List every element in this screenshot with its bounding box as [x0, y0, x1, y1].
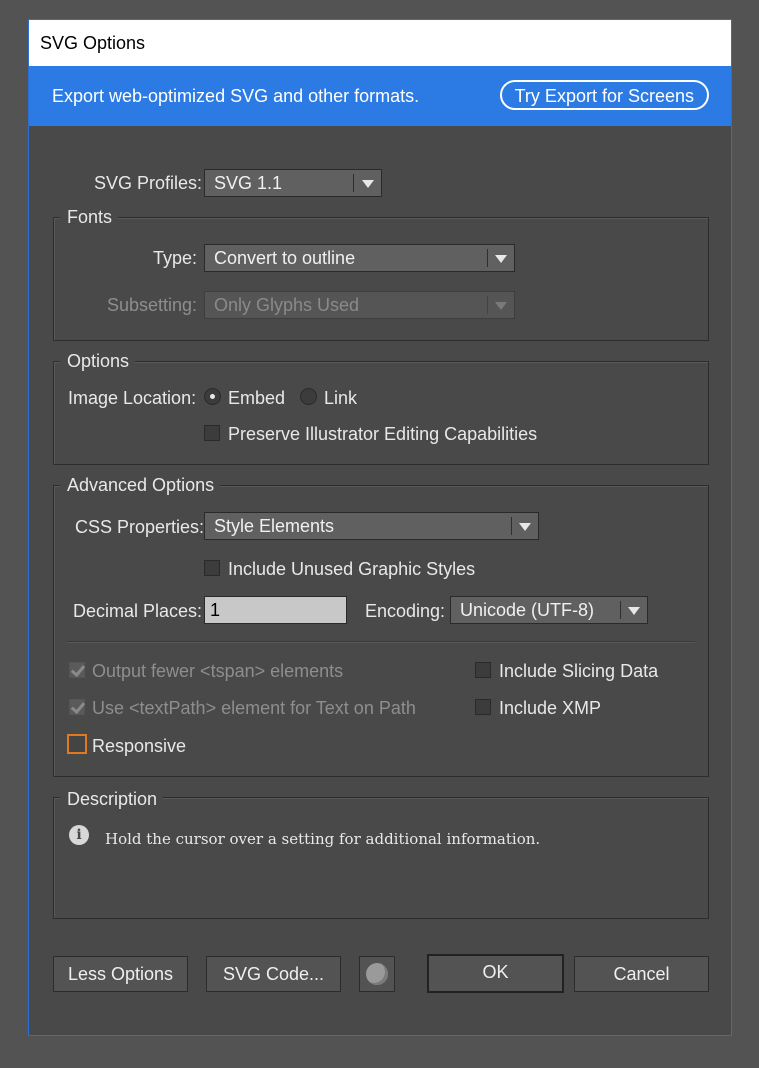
preserve-editing-label[interactable]: Preserve Illustrator Editing Capabilitie… [228, 424, 537, 445]
globe-icon [366, 963, 388, 985]
description-title: Description [60, 788, 164, 810]
use-textpath-checkbox[interactable] [69, 699, 85, 715]
subsetting-dropdown[interactable]: Only Glyphs Used [204, 291, 515, 319]
font-type-dropdown[interactable]: Convert to outline [204, 244, 515, 272]
include-xmp-label[interactable]: Include XMP [499, 698, 601, 719]
responsive-checkbox[interactable] [67, 734, 87, 754]
include-slicing-data-label[interactable]: Include Slicing Data [499, 661, 658, 682]
css-properties-label: CSS Properties: [75, 517, 205, 537]
window-title: SVG Options [29, 20, 731, 66]
css-properties-value: Style Elements [214, 516, 335, 536]
subsetting-label: Subsetting: [107, 295, 198, 315]
ok-button[interactable]: OK [427, 954, 564, 993]
preserve-editing-checkbox[interactable] [204, 425, 220, 441]
output-fewer-tspan-checkbox[interactable] [69, 662, 85, 678]
encoding-value: Unicode (UTF-8) [460, 600, 595, 620]
description-text: Hold the cursor over a setting for addit… [105, 830, 541, 848]
info-icon: i [69, 825, 89, 845]
font-type-label: Type: [153, 248, 198, 268]
css-properties-dropdown[interactable]: Style Elements [204, 512, 539, 540]
chevron-down-icon [495, 302, 507, 310]
svg-options-dialog: SVG Options Export web-optimized SVG and… [28, 19, 732, 1036]
chevron-down-icon [519, 523, 531, 531]
options-group [53, 361, 709, 465]
responsive-label[interactable]: Responsive [92, 736, 186, 757]
advanced-options-title: Advanced Options [60, 474, 221, 496]
description-group [53, 797, 709, 919]
output-fewer-tspan-label: Output fewer <tspan> elements [92, 661, 344, 681]
use-textpath-label: Use <textPath> element for Text on Path [92, 698, 416, 718]
fonts-group-title: Fonts [60, 206, 119, 228]
image-location-label: Image Location: [68, 388, 197, 408]
divider [67, 641, 695, 643]
encoding-label: Encoding: [365, 601, 446, 621]
include-unused-styles-checkbox[interactable] [204, 560, 220, 576]
link-label[interactable]: Link [324, 388, 357, 409]
svg-profiles-label: SVG Profiles: [94, 173, 203, 193]
svg-code-button[interactable]: SVG Code... [206, 956, 341, 992]
less-options-button[interactable]: Less Options [53, 956, 188, 992]
banner: Export web-optimized SVG and other forma… [29, 66, 731, 126]
svg-profiles-dropdown[interactable]: SVG 1.1 [204, 169, 382, 197]
chevron-down-icon [362, 180, 374, 188]
link-radio[interactable] [300, 388, 317, 405]
decimal-places-input[interactable]: 1 [204, 596, 347, 624]
banner-text: Export web-optimized SVG and other forma… [52, 86, 420, 106]
fonts-group [53, 217, 709, 341]
svg-profiles-value: SVG 1.1 [214, 173, 283, 193]
embed-label[interactable]: Embed [228, 388, 285, 409]
include-slicing-data-checkbox[interactable] [475, 662, 491, 678]
web-preview-button[interactable] [359, 956, 395, 992]
encoding-dropdown[interactable]: Unicode (UTF-8) [450, 596, 648, 624]
decimal-places-label: Decimal Places: [73, 601, 203, 621]
try-export-for-screens-button[interactable]: Try Export for Screens [499, 80, 709, 110]
chevron-down-icon [628, 607, 640, 615]
include-xmp-checkbox[interactable] [475, 699, 491, 715]
options-group-title: Options [60, 350, 136, 372]
font-type-value: Convert to outline [214, 248, 356, 268]
cancel-button[interactable]: Cancel [574, 956, 709, 992]
chevron-down-icon [495, 255, 507, 263]
embed-radio[interactable] [204, 388, 221, 405]
subsetting-value: Only Glyphs Used [214, 295, 360, 315]
include-unused-styles-label[interactable]: Include Unused Graphic Styles [228, 559, 475, 580]
